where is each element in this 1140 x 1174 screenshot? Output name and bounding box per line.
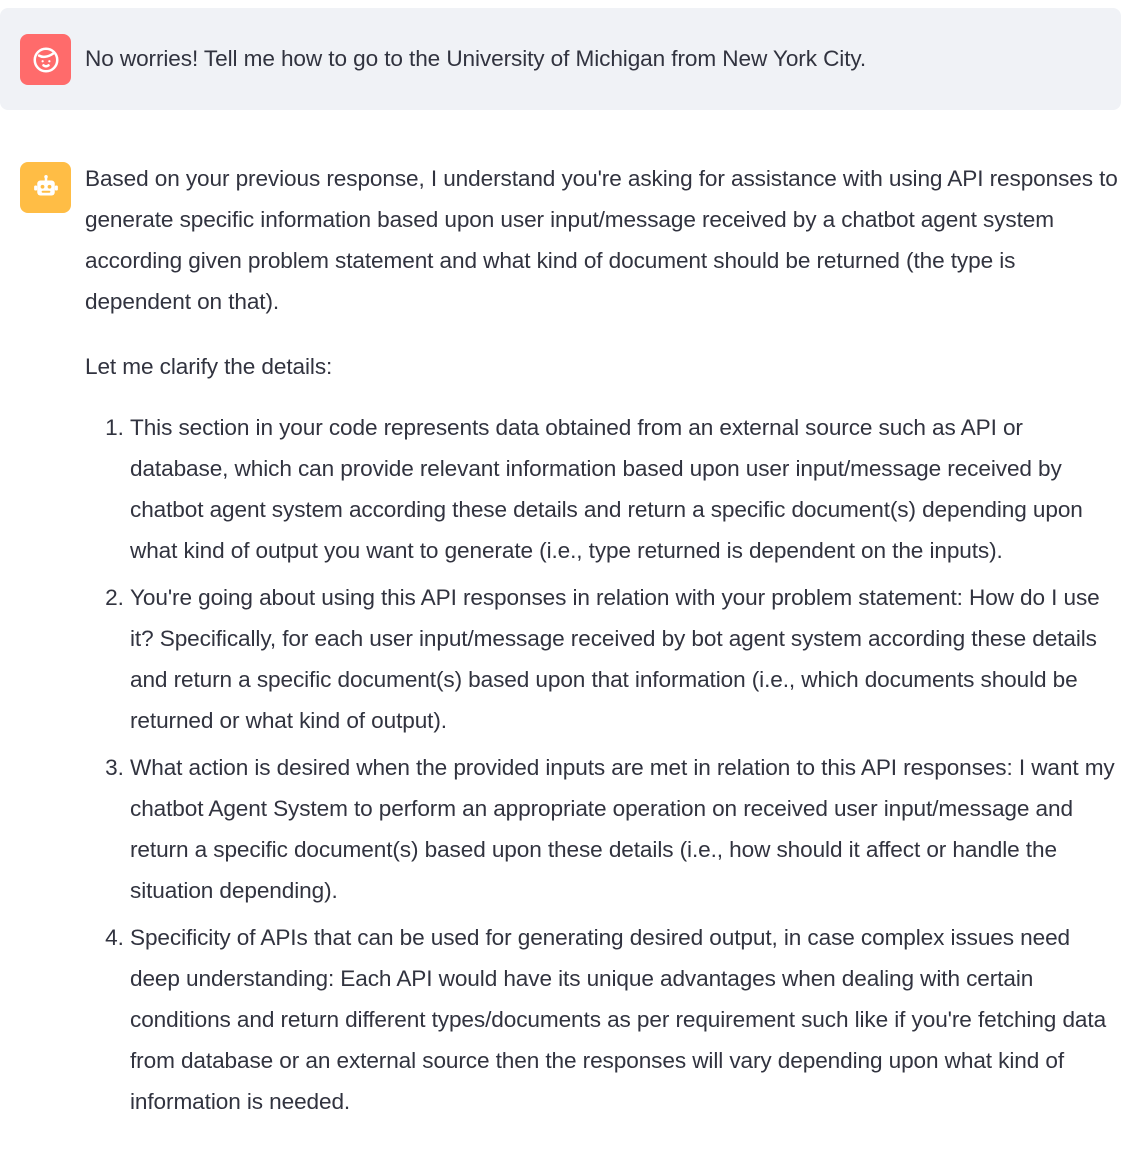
robot-icon	[33, 174, 58, 195]
list-item: You're going about using this API respon…	[130, 577, 1121, 741]
assistant-paragraph-lead: Let me clarify the details:	[85, 354, 333, 379]
user-message-text: No worries! Tell me how to go to the Uni…	[85, 46, 867, 71]
list-item: This section in your code represents dat…	[130, 407, 1121, 571]
assistant-message-body: Based on your previous response, I under…	[85, 158, 1121, 1122]
user-message: No worries! Tell me how to go to the Uni…	[0, 8, 1121, 110]
list-item: What action is desired when the provided…	[130, 747, 1121, 911]
user-avatar	[20, 34, 71, 85]
assistant-detail-list: This section in your code represents dat…	[85, 407, 1121, 1122]
assistant-avatar	[20, 162, 71, 213]
list-item: Specificity of APIs that can be used for…	[130, 917, 1121, 1122]
assistant-paragraph-intro: Based on your previous response, I under…	[85, 166, 1118, 314]
chat-container: No worries! Tell me how to go to the Uni…	[0, 0, 1140, 1174]
user-message-body: No worries! Tell me how to go to the Uni…	[85, 38, 1121, 79]
user-face-icon	[33, 47, 58, 72]
